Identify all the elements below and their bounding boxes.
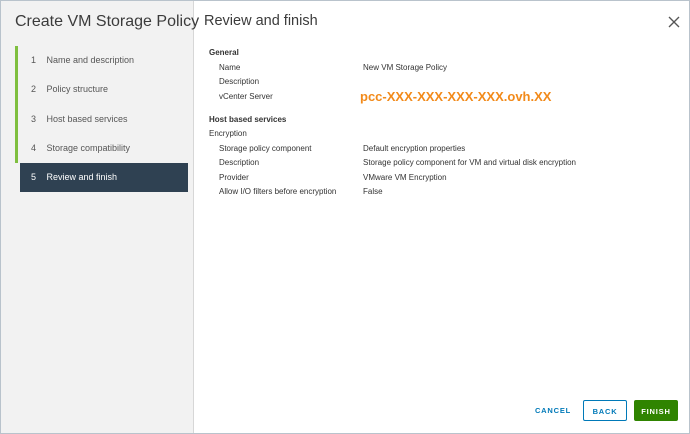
step-policy-structure[interactable]: 2 Policy structure xyxy=(15,75,188,105)
step-label: Storage compatibility xyxy=(46,142,131,153)
cancel-button[interactable]: CANCEL xyxy=(532,400,574,421)
vcenter-value: pcc-XXX-XXX-XXX-XXX.ovh.XX xyxy=(360,89,552,104)
row-label: Name xyxy=(219,63,241,72)
row-label: vCenter Server xyxy=(219,92,273,101)
row-label: Description xyxy=(219,158,260,167)
step-label: Review and finish xyxy=(46,172,118,183)
step-number: 1 xyxy=(31,55,37,65)
step-number: 5 xyxy=(31,172,37,183)
step-host-based-services[interactable]: 3 Host based services xyxy=(15,104,188,134)
step-number: 3 xyxy=(31,113,37,124)
step-number: 2 xyxy=(31,84,37,95)
row-value: New VM Storage Policy xyxy=(363,63,448,72)
step-label: Host based services xyxy=(46,113,128,124)
row-value: Storage policy component for VM and virt… xyxy=(363,158,576,167)
page-title: Review and finish xyxy=(204,13,318,29)
step-number: 4 xyxy=(31,142,37,153)
row-value: Default encryption properties xyxy=(363,144,466,153)
finish-button[interactable]: FINISH xyxy=(634,400,678,421)
back-button[interactable]: BACK xyxy=(583,400,627,421)
close-icon[interactable] xyxy=(667,15,681,29)
step-name-and-description[interactable]: 1 Name and description xyxy=(15,46,188,76)
row-value: False xyxy=(363,187,383,196)
wizard-title: Create VM Storage Policy xyxy=(15,13,200,30)
row-label: Provider xyxy=(219,173,249,182)
dialog: Create VM Storage Policy 1 Name and desc… xyxy=(0,0,690,434)
step-storage-compatibility[interactable]: 4 Storage compatibility xyxy=(15,133,188,164)
row-label: Storage policy component xyxy=(219,144,312,153)
row-label: Allow I/O filters before encryption xyxy=(219,187,337,196)
row-label: Description xyxy=(219,77,260,86)
wizard-sidebar: Create VM Storage Policy 1 Name and desc… xyxy=(1,1,199,433)
step-label: Name and description xyxy=(46,55,135,65)
category-label: Encryption xyxy=(209,129,247,138)
wizard-steps: 1 Name and description 2 Policy structur… xyxy=(15,46,188,193)
host-services-heading: Host based services xyxy=(209,115,287,124)
content-panel: Review and finish General Name New VM St… xyxy=(194,1,689,433)
general-heading: General xyxy=(209,48,239,57)
step-review-and-finish[interactable]: 5 Review and finish xyxy=(20,163,188,193)
step-label: Policy structure xyxy=(46,84,109,95)
row-value: VMware VM Encryption xyxy=(363,173,447,182)
